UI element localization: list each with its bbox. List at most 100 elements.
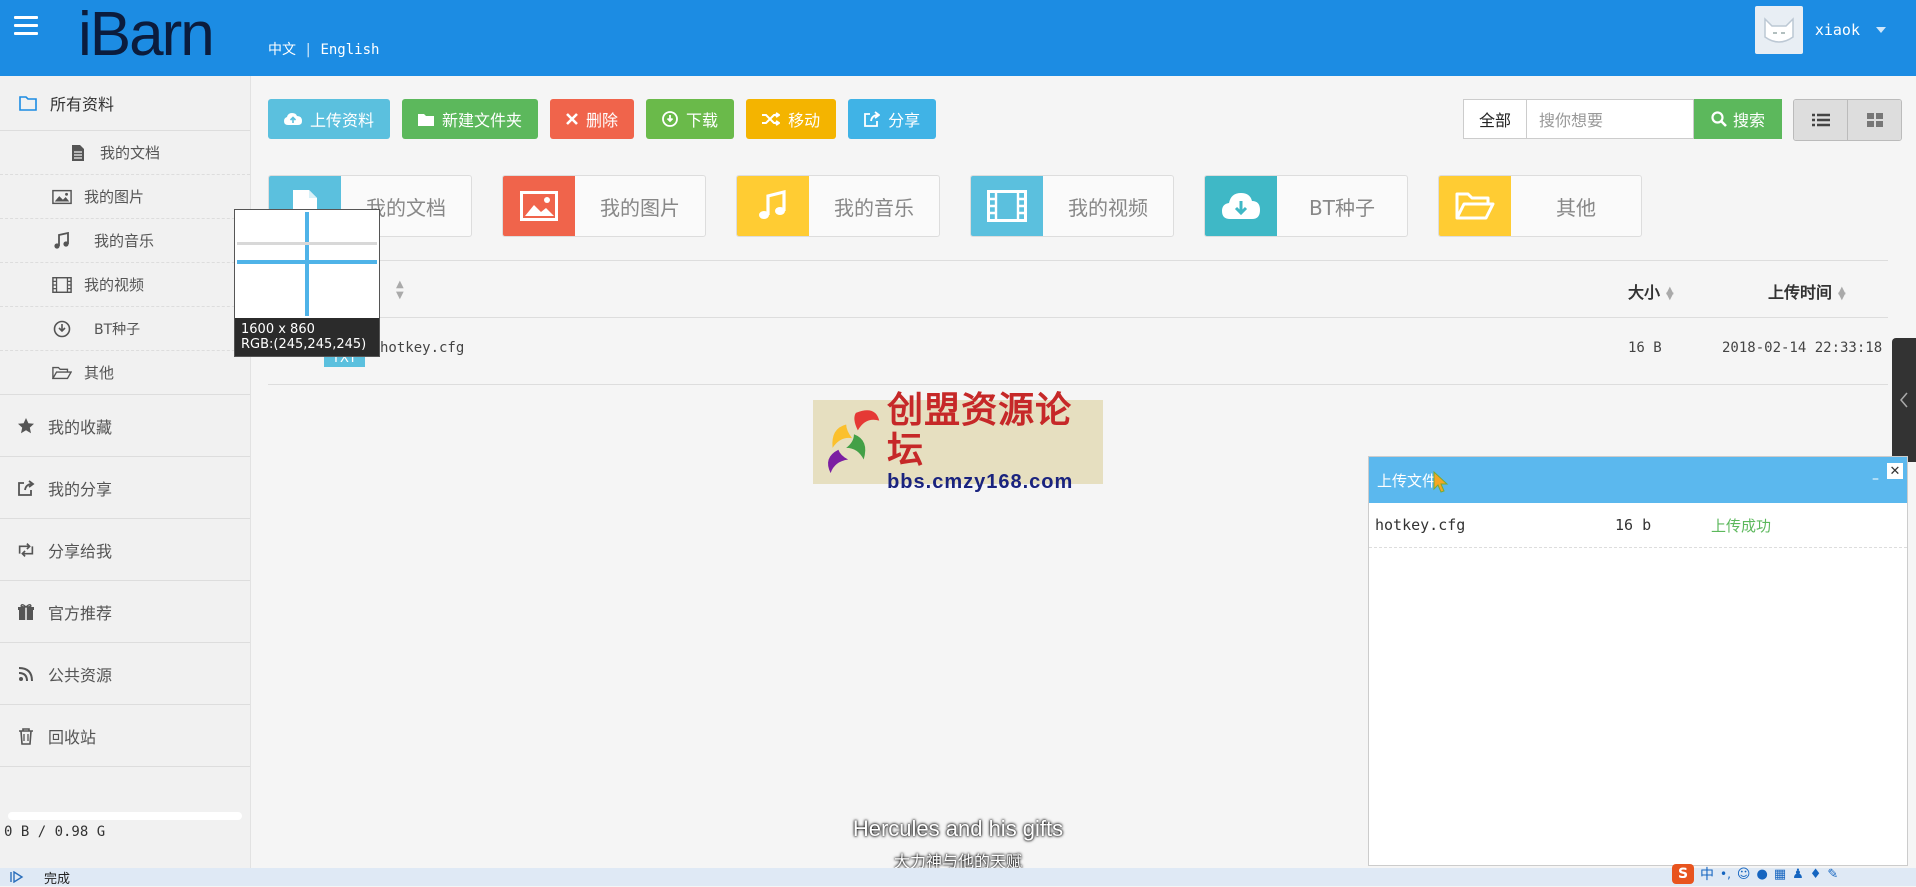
lang-english-link[interactable]: English <box>320 42 379 58</box>
watermark-title: 创盟资源论坛 <box>887 389 1073 471</box>
ime-toolbar[interactable]: S 中 •, ☺ ● ▦ ♟ ♦ ✎ <box>1672 864 1838 884</box>
sidebar-item-label: 公共资源 <box>48 665 113 685</box>
new-folder-button[interactable]: 新建文件夹 <box>402 99 539 139</box>
folder-open-icon <box>52 363 72 383</box>
emoji-icon[interactable]: ☺ <box>1737 867 1751 882</box>
category-label: 我的视频 <box>1068 195 1148 220</box>
list-icon <box>1811 113 1830 127</box>
grid-icon <box>1866 113 1883 127</box>
sidebar-item-recommended[interactable]: 官方推荐 <box>0 581 250 643</box>
sidebar-sub-label: 我的音乐 <box>94 232 155 250</box>
language-switch: 中文 | English <box>268 39 379 59</box>
microphone-icon[interactable]: ● <box>1756 867 1767 882</box>
sort-icon[interactable]: ▲ ▼ <box>1666 285 1674 301</box>
category-pictures[interactable]: 我的图片 <box>502 175 706 237</box>
sidebar-sub-music[interactable]: 我的音乐 <box>0 219 250 263</box>
lang-chinese-link[interactable]: 中文 <box>268 42 296 58</box>
crosshair-vertical <box>305 212 309 316</box>
shuffle-icon <box>762 112 781 126</box>
status-text: 完成 <box>44 871 71 887</box>
sidebar-item-favorites[interactable]: 我的收藏 <box>0 395 250 457</box>
grid-view-button[interactable] <box>1847 100 1901 140</box>
film-icon <box>52 275 72 295</box>
wrench-icon[interactable]: ✎ <box>1827 867 1838 882</box>
folder-icon <box>18 93 38 113</box>
category-icon-box <box>503 176 575 236</box>
avatar[interactable] <box>1754 6 1803 54</box>
skin-icon[interactable]: ♦ <box>1810 867 1822 882</box>
delete-button[interactable]: 删除 <box>550 99 635 139</box>
image-icon <box>520 191 558 221</box>
column-upload-time[interactable]: 上传时间 ▲ ▼ <box>1768 279 1846 303</box>
file-name[interactable]: hotkey.cfg <box>380 340 464 356</box>
film-icon <box>987 190 1027 222</box>
sidebar-item-all[interactable]: 所有资料 <box>0 76 250 131</box>
sidebar-sub-documents[interactable]: 我的文档 <box>0 131 250 175</box>
upload-file-size: 16 b <box>1615 516 1652 534</box>
menu-icon[interactable] <box>14 16 38 40</box>
sidebar-item-label: 分享给我 <box>48 541 113 561</box>
category-bt[interactable]: BT种子 <box>1204 175 1408 237</box>
logo-text: iBarn <box>78 0 215 69</box>
minimize-icon[interactable]: – <box>1872 471 1879 487</box>
watermark-logo: 创盟资源论坛 bbs.cmzy168.com <box>813 390 1103 493</box>
sidebar-item-shared-with-me[interactable]: 分享给我 <box>0 519 250 581</box>
search-button[interactable]: 搜索 <box>1694 99 1782 139</box>
upload-button[interactable]: 上传资料 <box>268 99 391 139</box>
ime-chinese-mode-icon[interactable]: 中 <box>1700 864 1714 884</box>
cat-face-icon <box>1764 17 1794 43</box>
sort-icon[interactable]: ▲ ▼ <box>396 279 404 301</box>
chevron-down-icon[interactable] <box>1876 27 1886 33</box>
retweet-icon <box>16 540 36 560</box>
delete-button-label: 删除 <box>586 111 619 130</box>
video-subtitle-en: Hercules and his gifts <box>852 816 1064 841</box>
search-input[interactable]: 搜你想要 <box>1527 99 1694 139</box>
cloud-upload-icon <box>284 113 302 125</box>
sidebar-item-public[interactable]: 公共资源 <box>0 643 250 705</box>
forum-logo-icon <box>828 410 880 474</box>
upload-panel-header: 上传文件 – ✕ <box>1369 457 1907 503</box>
username: xiaok <box>1814 21 1860 39</box>
table-row[interactable]: TXT hotkey.cfg 16 B 2018-02-14 22:33:18 <box>268 318 1888 385</box>
category-icon-box <box>1439 176 1511 236</box>
column-size-label: 大小 <box>1628 283 1661 302</box>
music-note-icon <box>759 190 786 219</box>
share-icon <box>864 111 881 127</box>
sidebar-sub-label: 我的文档 <box>100 144 161 162</box>
user-menu[interactable]: xiaok <box>1754 6 1886 54</box>
color-picker-rgb: RGB:(245,245,245) <box>241 337 367 352</box>
top-bar: iBarn 中文 | English xiaok <box>0 0 1916 76</box>
lang-separator: | <box>304 42 313 58</box>
sidebar-sub-pictures[interactable]: 我的图片 <box>0 175 250 219</box>
column-upload-time-label: 上传时间 <box>1768 283 1833 302</box>
category-other[interactable]: 其他 <box>1438 175 1642 237</box>
close-icon <box>566 113 578 125</box>
sidebar-sub-videos[interactable]: 我的视频 <box>0 263 250 307</box>
column-size[interactable]: 大小 ▲ ▼ <box>1628 279 1674 303</box>
keyboard-icon[interactable]: ▦ <box>1774 867 1786 882</box>
list-view-button[interactable] <box>1794 100 1847 140</box>
sidebar-sub-bt[interactable]: BT种子 <box>0 307 250 351</box>
category-label: 我的音乐 <box>834 195 914 220</box>
search-scope-select[interactable]: 全部 <box>1463 99 1527 139</box>
category-music[interactable]: 我的音乐 <box>736 175 940 237</box>
close-icon[interactable]: ✕ <box>1887 463 1903 479</box>
share-button[interactable]: 分享 <box>848 99 937 139</box>
ime-punctuation-icon[interactable]: •, <box>1720 867 1731 881</box>
move-button[interactable]: 移动 <box>746 99 837 139</box>
download-button[interactable]: 下载 <box>646 99 735 139</box>
sidebar-item-my-shares[interactable]: 我的分享 <box>0 457 250 519</box>
category-videos[interactable]: 我的视频 <box>970 175 1174 237</box>
crosshair-guide <box>237 242 377 245</box>
sort-icon[interactable]: ▲ ▼ <box>1838 285 1846 301</box>
sidebar-item-trash[interactable]: 回收站 <box>0 705 250 767</box>
ime-logo-icon[interactable]: S <box>1672 864 1694 884</box>
upload-row: hotkey.cfg 16 b 上传成功 <box>1369 503 1907 548</box>
sidebar-sub-other[interactable]: 其他 <box>0 351 250 395</box>
download-circle-icon <box>52 319 72 339</box>
logo[interactable]: iBarn <box>78 0 218 76</box>
trash-icon <box>16 726 36 746</box>
side-panel-toggle[interactable] <box>1892 338 1916 462</box>
user-icon[interactable]: ♟ <box>1792 867 1804 882</box>
sidebar-sub-label: 我的图片 <box>84 188 145 206</box>
